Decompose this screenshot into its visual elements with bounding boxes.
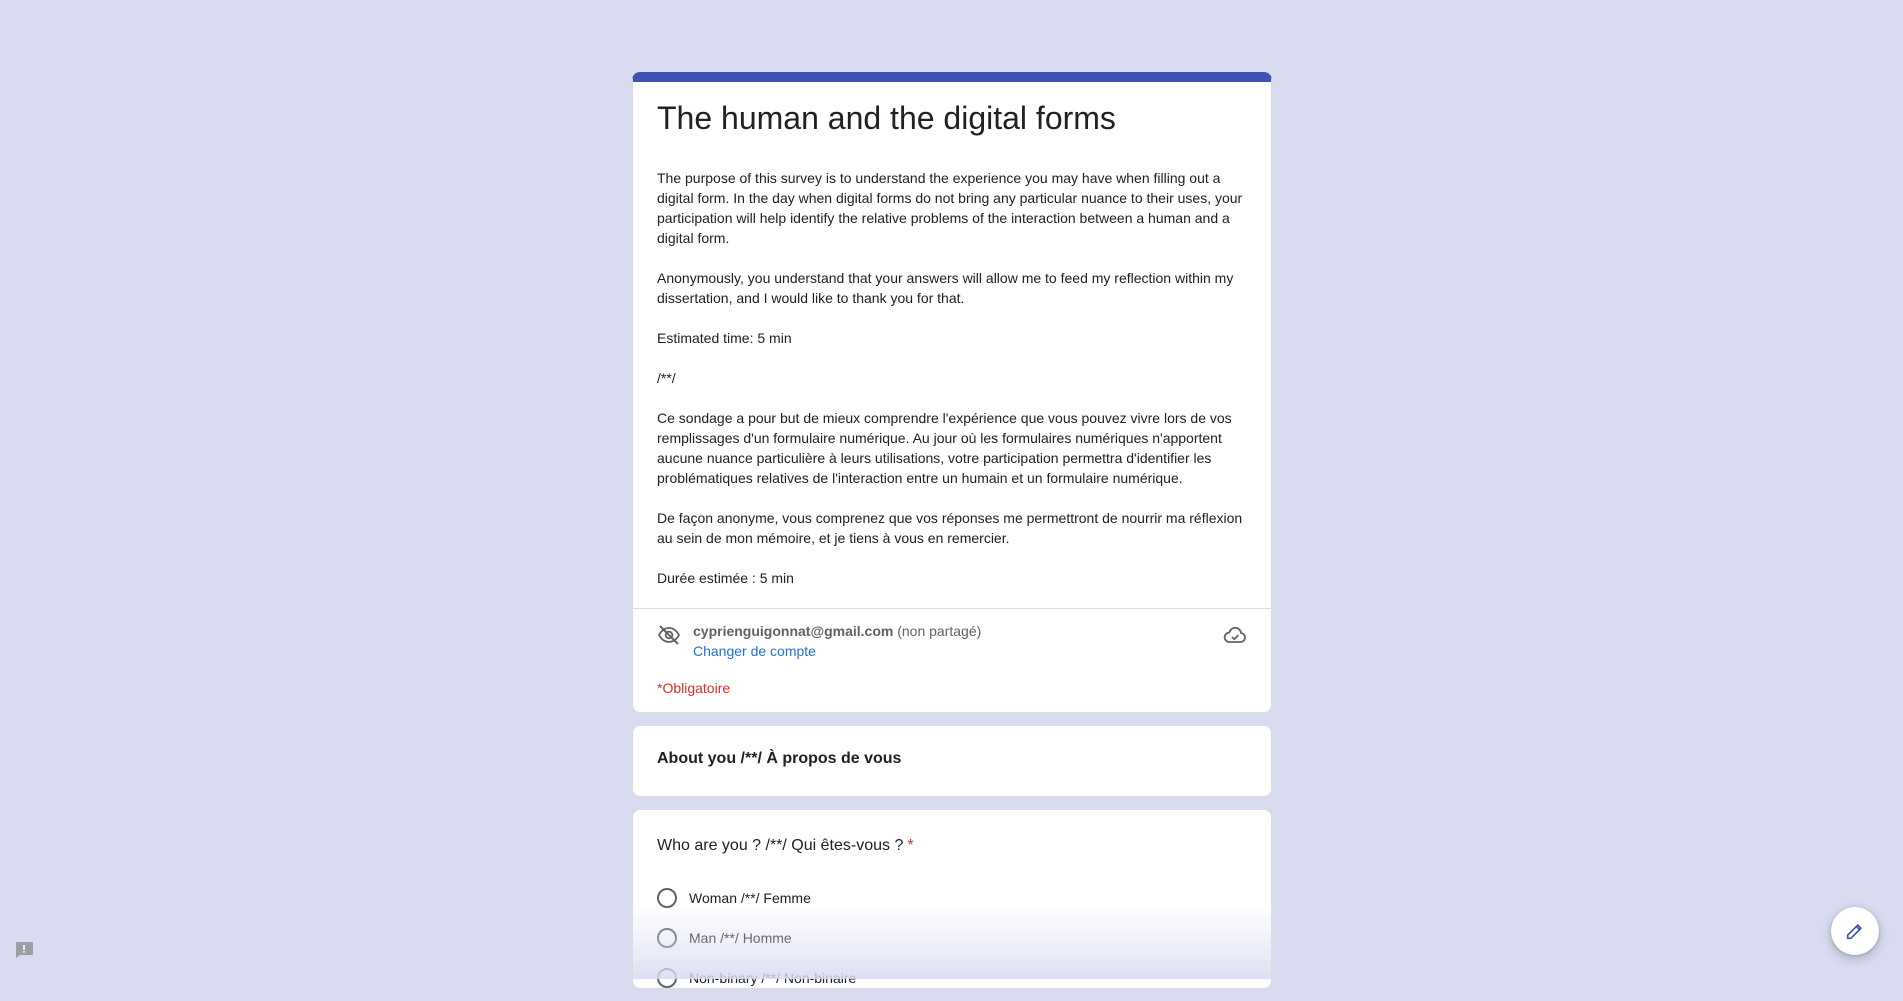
account-email-line: cyprienguigonnat@gmail.com (non partagé) xyxy=(693,621,981,641)
account-email: cyprienguigonnat@gmail.com xyxy=(693,623,894,639)
radio-option-man[interactable]: Man /**/ Homme xyxy=(657,918,1247,958)
option-label: Man /**/ Homme xyxy=(689,930,792,946)
cloud-icon xyxy=(1223,626,1246,643)
option-label: Non-binary /**/ Non-binaire xyxy=(689,970,857,986)
section-title: About you /**/ À propos de vous xyxy=(657,750,902,767)
radio-options: Woman /**/ Femme Man /**/ Homme Non-bina… xyxy=(657,878,1247,988)
radio-button[interactable] xyxy=(657,888,677,908)
option-label: Woman /**/ Femme xyxy=(689,890,811,906)
form-header-card: The human and the digital forms The purp… xyxy=(632,72,1272,713)
edit-button[interactable] xyxy=(1831,907,1879,955)
account-bar: cyprienguigonnat@gmail.com (non partagé)… xyxy=(633,608,1271,668)
account-shared-status: (non partagé) xyxy=(897,623,982,639)
required-asterisk: * xyxy=(907,837,914,854)
form-description: The purpose of this survey is to underst… xyxy=(657,170,1243,586)
pencil-icon xyxy=(1846,924,1862,940)
radio-button[interactable] xyxy=(657,928,677,948)
form-title: The human and the digital forms xyxy=(657,100,1116,136)
question-card: Who are you ? /**/ Qui êtes-vous ? * Woma… xyxy=(632,809,1272,989)
switch-account-link[interactable]: Changer de compte xyxy=(693,641,816,661)
form-container: The human and the digital forms The purp… xyxy=(632,72,1272,1001)
eye-off-icon xyxy=(657,625,681,645)
radio-option-non-binary[interactable]: Non-binary /**/ Non-binaire xyxy=(657,958,1247,988)
radio-button[interactable] xyxy=(657,968,677,988)
required-note: *Obligatoire xyxy=(657,680,731,696)
report-problem-icon[interactable] xyxy=(14,941,34,959)
section-header-card: About you /**/ À propos de vous xyxy=(632,725,1272,797)
question-title-row: Who are you ? /**/ Qui êtes-vous ? * xyxy=(657,834,1247,858)
radio-option-woman[interactable]: Woman /**/ Femme xyxy=(657,878,1247,918)
question-title: Who are you ? /**/ Qui êtes-vous ? xyxy=(657,837,904,854)
